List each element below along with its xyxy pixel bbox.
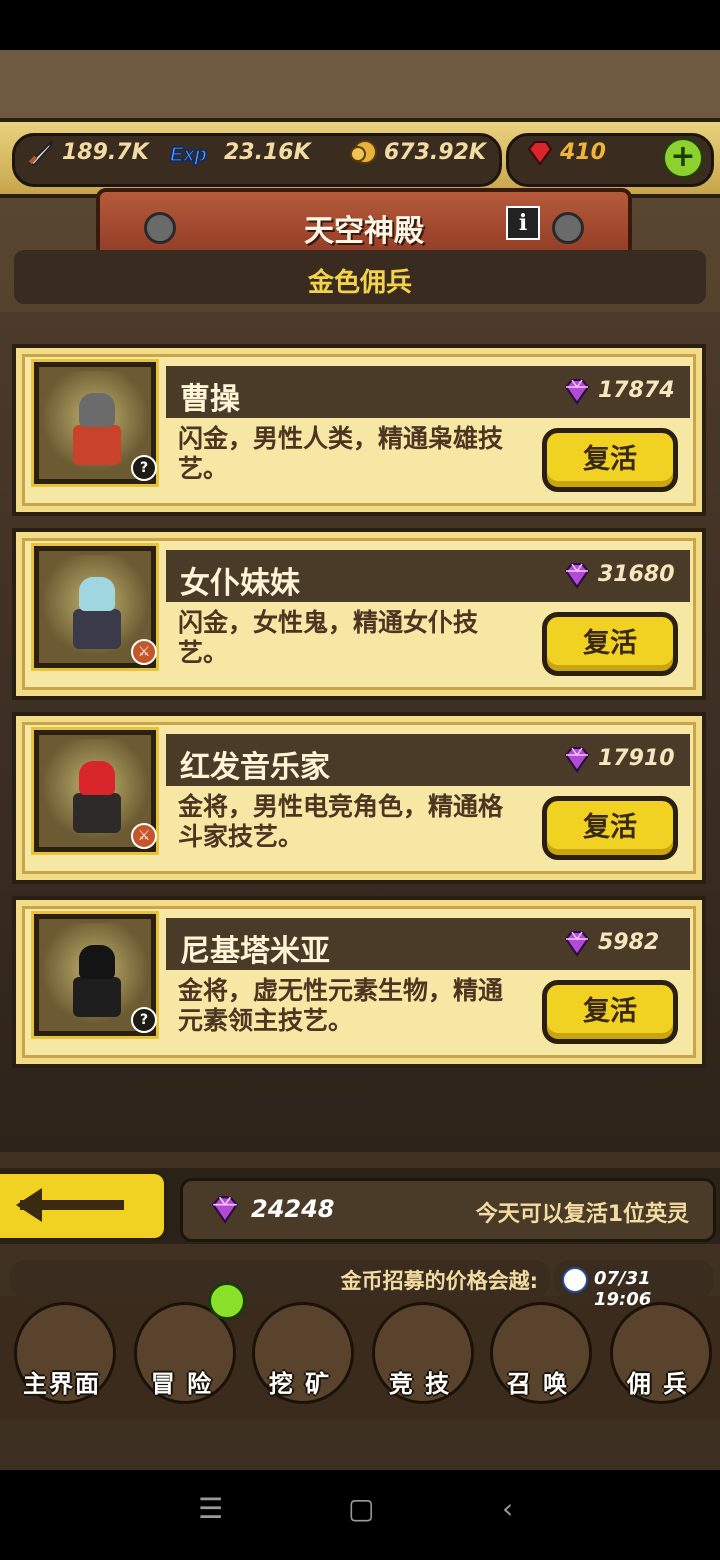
hero-sprite-body: [73, 425, 121, 465]
gold-value: 673.92K: [384, 139, 486, 165]
page-title: 天空神殿: [304, 214, 424, 249]
hero-card: ? 曹操 17874 闪金，男性人类，精通枭雄技艺。 复活: [12, 344, 706, 516]
add-gems-button[interactable]: +: [662, 137, 704, 179]
nav-label: 挖 矿: [268, 1370, 332, 1398]
hero-name: 女仆妹妹: [180, 566, 300, 601]
hero-sprite-head: [79, 945, 115, 979]
hero-card: ⚔ 红发音乐家 17910 金将，男性电竞角色，精通格斗家技艺。 复活: [12, 712, 706, 884]
hero-price: 17874: [598, 378, 675, 403]
revive-button[interactable]: 复活: [542, 428, 678, 492]
hero-description: 金将，男性电竞角色，精通格斗家技艺。: [178, 792, 504, 851]
hero-name: 尼基塔米亚: [180, 934, 330, 969]
hero-portrait[interactable]: ⚔: [31, 543, 159, 671]
hero-card: ? 尼基塔米亚 5982 金将，虚无性元素生物，精通元素领主技艺。 复活: [12, 896, 706, 1068]
nav-arena[interactable]: 竞 技: [364, 1298, 476, 1408]
attack-stat: 189.7K: [26, 137, 149, 167]
ticker-text: 金币招募的价格会越:: [340, 1269, 538, 1293]
gem-value: 410: [560, 139, 606, 165]
revive-button[interactable]: 复活: [542, 612, 678, 676]
hero-sprite-head: [79, 577, 115, 611]
banner-bolt-icon: [552, 212, 584, 244]
nav-mercenary[interactable]: 佣 兵: [602, 1298, 714, 1408]
nav-mining[interactable]: 挖 矿: [244, 1298, 356, 1408]
nav-label: 召 唤: [506, 1370, 570, 1398]
hero-sprite-body: [73, 609, 121, 649]
sword-icon: [28, 140, 53, 167]
hero-description: 闪金，男性人类，精通枭雄技艺。: [178, 424, 504, 483]
nav-label: 佣 兵: [626, 1370, 690, 1398]
gold-stat: 673.92K: [348, 137, 486, 167]
menu-icon[interactable]: ☰: [198, 1492, 223, 1525]
gem-balance: 24248 今天可以复活1位英灵: [180, 1178, 716, 1242]
hero-name-bar: 女仆妹妹 31680: [166, 550, 690, 602]
nav-summon[interactable]: 召 唤: [482, 1298, 594, 1408]
exp-value: 23.16K: [224, 139, 311, 165]
exp-stat: Exp 23.16K: [168, 137, 311, 167]
svg-text:Exp: Exp: [170, 144, 207, 166]
gem-balance-value: 24248: [251, 1195, 335, 1223]
hero-portrait[interactable]: ?: [31, 359, 159, 487]
hero-name: 曹操: [180, 382, 240, 417]
hero-sprite-head: [79, 761, 115, 795]
nav-label: 冒 险: [150, 1370, 214, 1398]
class-badge-icon: ⚔: [131, 823, 157, 849]
back-button[interactable]: [0, 1170, 168, 1242]
hero-sprite-body: [73, 793, 121, 833]
hero-portrait[interactable]: ⚔: [31, 727, 159, 855]
category-subtitle: 金色佣兵: [307, 268, 412, 298]
revive-button[interactable]: 复活: [542, 796, 678, 860]
gem-icon: [564, 563, 590, 589]
info-button[interactable]: i: [506, 206, 540, 240]
notification-dot: [208, 1282, 246, 1320]
back-arrow-shaft: [20, 1200, 124, 1210]
unknown-badge-icon: ?: [131, 1007, 157, 1033]
hero-card: ⚔ 女仆妹妹 31680 闪金，女性鬼，精通女仆技艺。 复活: [12, 528, 706, 700]
gold-coin-icon: [350, 140, 377, 164]
clock-box: 07/31 19:06: [554, 1260, 714, 1310]
hero-price: 31680: [598, 562, 675, 587]
gem-icon: [564, 931, 590, 957]
revive-button[interactable]: 复活: [542, 980, 678, 1044]
hero-name-bar: 红发音乐家 17910: [166, 734, 690, 786]
hero-description: 金将，虚无性元素生物，精通元素领主技艺。: [178, 976, 504, 1035]
hero-name-bar: 尼基塔米亚 5982: [166, 918, 690, 970]
gem-icon: [564, 747, 590, 773]
hero-sprite-head: [79, 393, 115, 427]
nav-label: 竞 技: [388, 1370, 452, 1398]
home-icon[interactable]: ▢: [348, 1492, 374, 1525]
hero-name-bar: 曹操 17874: [166, 366, 690, 418]
hero-portrait[interactable]: ?: [31, 911, 159, 1039]
news-ticker: 金币招募的价格会越:: [10, 1260, 550, 1298]
nav-main[interactable]: 主界面: [6, 1298, 118, 1408]
hero-name: 红发音乐家: [180, 750, 330, 785]
hero-sprite-body: [73, 977, 121, 1017]
class-badge-icon: ⚔: [131, 639, 157, 665]
status-bar: [0, 0, 720, 50]
hero-price: 17910: [598, 746, 675, 771]
exp-icon: Exp: [169, 143, 207, 167]
nav-label: 主界面: [23, 1370, 101, 1398]
gem-icon: [211, 1196, 239, 1224]
gem-stat: 410: [524, 137, 606, 167]
back-icon[interactable]: ‹: [502, 1492, 513, 1525]
clock-icon: [562, 1267, 588, 1293]
ruby-icon: [527, 141, 553, 166]
attack-value: 189.7K: [62, 139, 149, 165]
gem-icon: [564, 379, 590, 405]
revive-limit-note: 今天可以复活1位英灵: [475, 1202, 689, 1227]
system-nav-bar: ☰ ▢ ‹: [0, 1472, 720, 1560]
hero-description: 闪金，女性鬼，精通女仆技艺。: [178, 608, 479, 667]
unknown-badge-icon: ?: [131, 455, 157, 481]
hero-price: 5982: [598, 930, 660, 955]
